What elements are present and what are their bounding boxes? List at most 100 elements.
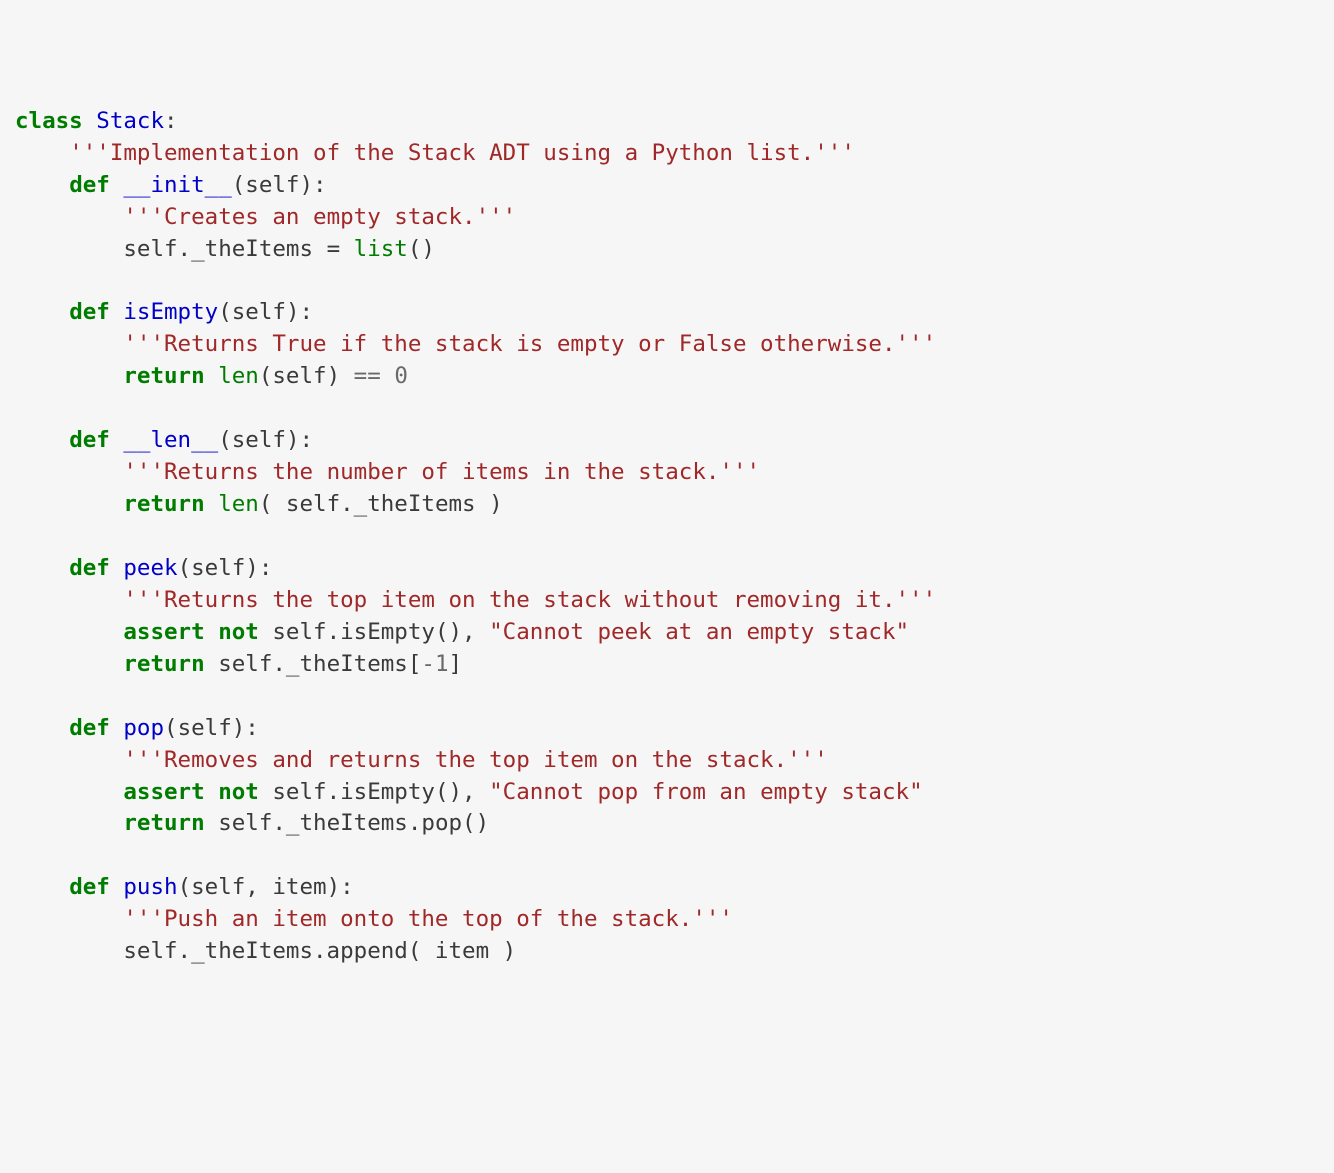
token-pun: ):: [286, 427, 313, 453]
token-id: [205, 779, 219, 805]
code-line: assert not self.isEmpty(), "Cannot pop f…: [15, 777, 1319, 809]
token-kw: not: [218, 619, 259, 645]
token-fn: __len__: [123, 427, 218, 453]
token-id: [340, 236, 354, 262]
token-id: [15, 427, 69, 453]
token-pun: ):: [232, 715, 259, 741]
token-kw: def: [69, 427, 110, 453]
token-pun: (),: [435, 619, 489, 645]
token-pun: (: [218, 427, 232, 453]
token-id: [15, 651, 123, 677]
token-id: self: [232, 299, 286, 325]
token-id: [15, 715, 69, 741]
token-pun: (: [259, 363, 273, 389]
token-kw: assert: [123, 619, 204, 645]
token-id: [15, 747, 123, 773]
token-id: [15, 491, 123, 517]
code-line: class Stack:: [15, 106, 1319, 138]
code-line: return self._theItems.pop(): [15, 808, 1319, 840]
token-id: self._theItems: [272, 491, 489, 517]
token-pun: ):: [286, 299, 313, 325]
token-pun: ):: [245, 555, 272, 581]
token-pun: ): [327, 363, 354, 389]
code-line: [15, 521, 1319, 553]
token-id: self: [245, 172, 299, 198]
token-pun: (: [178, 555, 192, 581]
token-id: self: [191, 555, 245, 581]
token-pun: =: [327, 236, 341, 262]
token-pun: ):: [327, 874, 354, 900]
token-id: [15, 810, 123, 836]
code-line: assert not self.isEmpty(), "Cannot peek …: [15, 617, 1319, 649]
token-str: '''Push an item onto the top of the stac…: [123, 906, 733, 932]
token-id: self._theItems.append: [15, 938, 408, 964]
token-id: [15, 555, 69, 581]
token-cls: Stack: [96, 108, 164, 134]
token-pun: (: [259, 491, 273, 517]
token-fn: pop: [123, 715, 164, 741]
token-kw: def: [69, 299, 110, 325]
token-pun: ):: [299, 172, 326, 198]
token-fn: peek: [123, 555, 177, 581]
token-id: [381, 363, 395, 389]
token-kw: return: [123, 651, 204, 677]
token-num: 0: [394, 363, 408, 389]
token-pun: :: [164, 108, 178, 134]
token-kw: return: [123, 363, 204, 389]
token-id: [205, 491, 219, 517]
token-pun: (: [408, 938, 422, 964]
token-op: -: [421, 651, 435, 677]
token-pun: (): [462, 810, 489, 836]
token-fn: __init__: [123, 172, 231, 198]
token-id: [15, 587, 123, 613]
token-id: [205, 363, 219, 389]
code-line: [15, 393, 1319, 425]
token-pun: ): [503, 938, 517, 964]
token-str: '''Returns True if the stack is empty or…: [123, 331, 936, 357]
code-line: return self._theItems[-1]: [15, 649, 1319, 681]
token-num: 1: [435, 651, 449, 677]
token-kw: return: [123, 491, 204, 517]
token-id: [110, 555, 124, 581]
token-id: [15, 459, 123, 485]
code-line: def __len__(self):: [15, 425, 1319, 457]
code-line: '''Push an item onto the top of the stac…: [15, 904, 1319, 936]
token-fn: isEmpty: [123, 299, 218, 325]
code-line: def peek(self):: [15, 553, 1319, 585]
token-str: '''Creates an empty stack.''': [123, 204, 516, 230]
code-line: [15, 266, 1319, 298]
token-id: [15, 779, 123, 805]
token-id: [15, 363, 123, 389]
token-id: [15, 619, 123, 645]
code-line: '''Returns the number of items in the st…: [15, 457, 1319, 489]
token-bi: len: [218, 491, 259, 517]
token-str: "Cannot pop from an empty stack": [489, 779, 922, 805]
token-str: "Cannot peek at an empty stack": [489, 619, 909, 645]
token-pun: (: [178, 874, 192, 900]
token-bi: len: [218, 363, 259, 389]
code-block: class Stack: '''Implementation of the St…: [15, 106, 1319, 968]
token-fn: push: [123, 874, 177, 900]
token-pun: (: [218, 299, 232, 325]
code-line: def __init__(self):: [15, 170, 1319, 202]
token-id: self: [272, 363, 326, 389]
token-str: '''Implementation of the Stack ADT using…: [69, 140, 855, 166]
token-id: item: [272, 874, 326, 900]
token-op: ==: [354, 363, 381, 389]
token-id: self.isEmpty: [259, 619, 435, 645]
code-line: '''Removes and returns the top item on t…: [15, 745, 1319, 777]
code-line: return len( self._theItems ): [15, 489, 1319, 521]
token-id: self._theItems.pop: [205, 810, 462, 836]
token-kw: def: [69, 874, 110, 900]
token-pun: ]: [449, 651, 463, 677]
token-id: [15, 906, 123, 932]
token-str: '''Returns the top item on the stack wit…: [123, 587, 936, 613]
token-pun: ,: [245, 874, 272, 900]
token-kw: return: [123, 810, 204, 836]
code-line: return len(self) == 0: [15, 361, 1319, 393]
token-id: [15, 331, 123, 357]
token-kw: def: [69, 555, 110, 581]
token-id: [205, 619, 219, 645]
code-line: '''Creates an empty stack.''': [15, 202, 1319, 234]
token-id: [15, 204, 123, 230]
